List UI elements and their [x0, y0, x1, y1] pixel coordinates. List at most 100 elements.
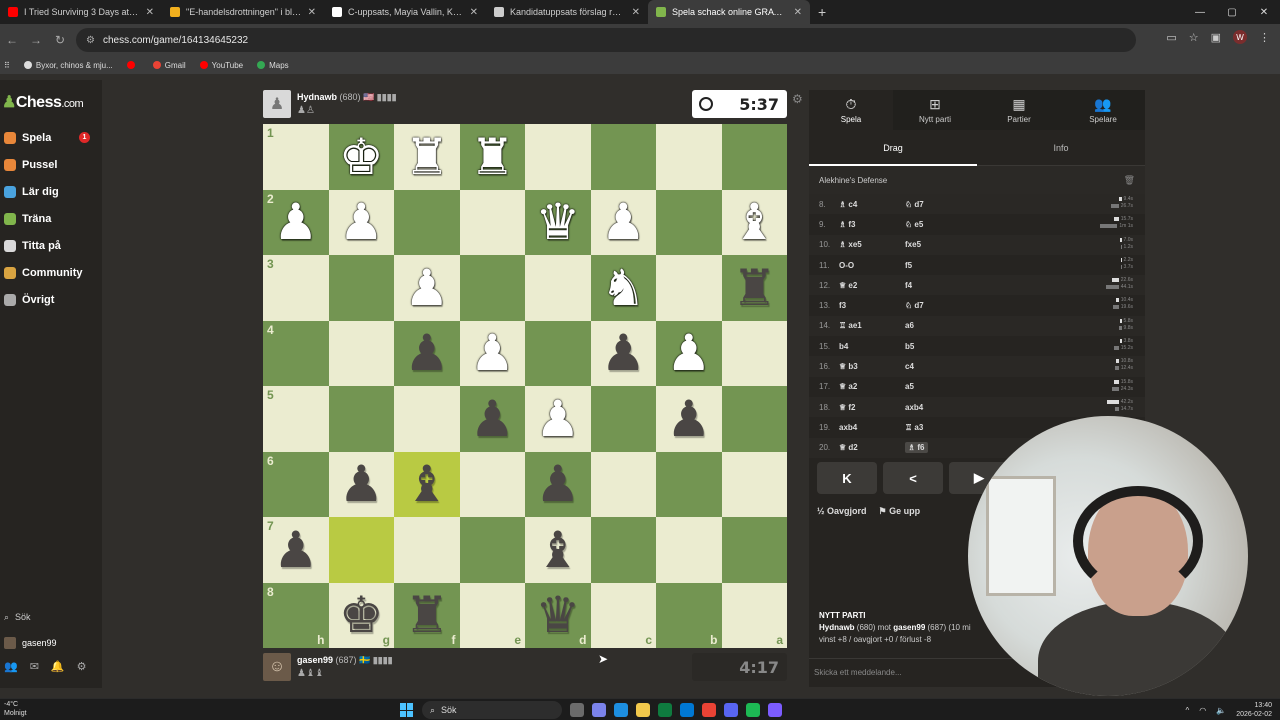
white-bishop-icon[interactable]: ♝ — [732, 197, 777, 247]
board-square[interactable] — [656, 124, 722, 190]
taskbar-app-icon[interactable] — [570, 703, 584, 717]
notifications-icon[interactable]: 🔔 — [51, 660, 65, 673]
black-move[interactable]: ♗ f6 — [905, 442, 973, 454]
board-square[interactable]: ♟ — [459, 320, 525, 386]
mail-icon[interactable]: ✉ — [30, 660, 39, 673]
board-square[interactable] — [656, 517, 722, 583]
bookmark-item[interactable]: Maps — [257, 61, 289, 70]
browser-tab[interactable]: Kandidatuppsats förslag retorik ✕ — [486, 0, 648, 24]
board-square[interactable] — [721, 124, 787, 190]
board-square[interactable]: c — [590, 582, 656, 648]
volume-icon[interactable]: 🔈 — [1216, 706, 1226, 715]
white-pawn-icon[interactable]: ♟ — [470, 328, 515, 378]
board-square[interactable]: ♜ — [459, 124, 525, 190]
board-square[interactable]: ♟ — [394, 320, 460, 386]
taskbar-app-icon[interactable] — [702, 703, 716, 717]
taskbar-app-icon[interactable] — [746, 703, 760, 717]
black-move[interactable]: b5 — [905, 342, 973, 351]
white-move[interactable]: ♕ b3 — [837, 362, 905, 371]
board-square[interactable]: ♚ — [328, 124, 394, 190]
board-square[interactable]: ♟ — [590, 189, 656, 255]
white-move[interactable]: ♕ e2 — [837, 281, 905, 290]
board-square[interactable]: g ♚ — [328, 582, 394, 648]
white-pawn-icon[interactable]: ♟ — [666, 328, 711, 378]
board-square[interactable] — [721, 320, 787, 386]
board-square[interactable] — [721, 451, 787, 517]
sidebar-search[interactable]: ⌕ Sök — [0, 604, 102, 630]
board-square[interactable]: e — [459, 582, 525, 648]
board-square[interactable] — [590, 124, 656, 190]
black-pawn-icon[interactable]: ♟ — [470, 394, 515, 444]
first-move-button[interactable]: K — [817, 462, 877, 494]
black-move[interactable]: ♘ e5 — [905, 220, 973, 229]
panel-tab[interactable]: 👥 Spelare — [1061, 90, 1145, 130]
board-square[interactable]: 7 ♟ — [263, 517, 329, 583]
maximize-icon[interactable]: ▢ — [1216, 0, 1248, 24]
sidebar-item-övrigt[interactable]: Övrigt — [0, 286, 102, 313]
bookmark-item[interactable]: Gmail — [152, 61, 186, 70]
white-knight-icon[interactable]: ♞ — [601, 263, 646, 313]
black-pawn-icon[interactable]: ♟ — [601, 328, 646, 378]
board-square[interactable] — [656, 255, 722, 321]
white-move[interactable]: O-O — [837, 261, 905, 270]
apps-grid-icon[interactable]: ⠿ — [4, 61, 10, 70]
board-square[interactable] — [328, 386, 394, 452]
white-pawn-icon[interactable]: ♟ — [601, 197, 646, 247]
extensions-icon[interactable]: ▣ — [1211, 31, 1221, 44]
panel-tab[interactable]: ⏱ Spela — [809, 90, 893, 130]
black-move[interactable]: axb4 — [905, 403, 973, 412]
board-square[interactable] — [394, 386, 460, 452]
black-pawn-icon[interactable]: ♟ — [273, 525, 318, 575]
tab-close-icon[interactable]: ✕ — [632, 7, 640, 18]
white-move[interactable]: ♗ f3 — [837, 220, 905, 229]
bottom-player-name[interactable]: gasen99 (687) 🇸🇪 ▮▮▮▮ — [297, 655, 393, 666]
opening-name[interactable]: Alekhine's Defense 🗑 — [809, 166, 1145, 194]
white-move[interactable]: ♗ c4 — [837, 200, 905, 209]
white-pawn-icon[interactable]: ♟ — [273, 197, 318, 247]
white-rook-icon[interactable]: ♜ — [404, 132, 449, 182]
panel-tab[interactable]: ▦ Partier — [977, 90, 1061, 130]
board-square[interactable]: d ♛ — [525, 582, 591, 648]
black-move[interactable]: f5 — [905, 261, 973, 270]
trash-icon[interactable]: 🗑 — [1124, 175, 1135, 186]
white-move[interactable]: ♖ ae1 — [837, 321, 905, 330]
black-move[interactable]: a6 — [905, 321, 973, 330]
settings-icon[interactable]: ⚙ — [77, 660, 87, 673]
board-square[interactable] — [721, 517, 787, 583]
board-square[interactable]: ♝ — [721, 189, 787, 255]
reload-icon[interactable]: ↻ — [48, 33, 72, 47]
bookmark-star-icon[interactable]: ☆ — [1189, 31, 1199, 44]
white-move[interactable]: ♕ d2 — [837, 443, 905, 452]
sidebar-item-titta-på[interactable]: Titta på — [0, 232, 102, 259]
black-king-icon[interactable]: ♚ — [339, 590, 384, 640]
board-square[interactable] — [721, 386, 787, 452]
board-square[interactable] — [459, 189, 525, 255]
board-square[interactable]: ♟ — [525, 386, 591, 452]
board-square[interactable] — [590, 451, 656, 517]
white-move[interactable]: f3 — [837, 301, 905, 310]
white-move[interactable]: axb4 — [837, 423, 905, 432]
board-square[interactable]: 6 — [263, 451, 329, 517]
board-square[interactable] — [656, 189, 722, 255]
taskbar-app-icon[interactable] — [614, 703, 628, 717]
white-pawn-icon[interactable]: ♟ — [339, 197, 384, 247]
board-square[interactable]: 5 — [263, 386, 329, 452]
taskbar-clock[interactable]: 13:40 2026-02-02 — [1236, 701, 1272, 719]
subtab-drag[interactable]: Drag — [809, 130, 977, 166]
tab-close-icon[interactable]: ✕ — [794, 7, 802, 18]
sidebar-item-pussel[interactable]: Pussel — [0, 151, 102, 178]
board-square[interactable]: a — [721, 582, 787, 648]
bookmark-item[interactable]: YouTube — [199, 61, 243, 70]
browser-tab[interactable]: "E-handelsdrottningen" i blåsvä ✕ — [162, 0, 324, 24]
board-square[interactable]: 2 ♟ — [263, 189, 329, 255]
tab-close-icon[interactable]: ✕ — [308, 7, 316, 18]
taskbar-app-icon[interactable] — [592, 703, 606, 717]
board-square[interactable] — [525, 320, 591, 386]
black-pawn-icon[interactable]: ♟ — [339, 459, 384, 509]
black-bishop-icon[interactable]: ♝ — [535, 525, 580, 575]
taskbar-app-icon[interactable] — [680, 703, 694, 717]
tab-close-icon[interactable]: ✕ — [146, 7, 154, 18]
board-square[interactable]: ♟ — [328, 451, 394, 517]
sidebar-item-community[interactable]: Community — [0, 259, 102, 286]
taskbar-search[interactable]: ⌕ Sök — [422, 701, 562, 719]
